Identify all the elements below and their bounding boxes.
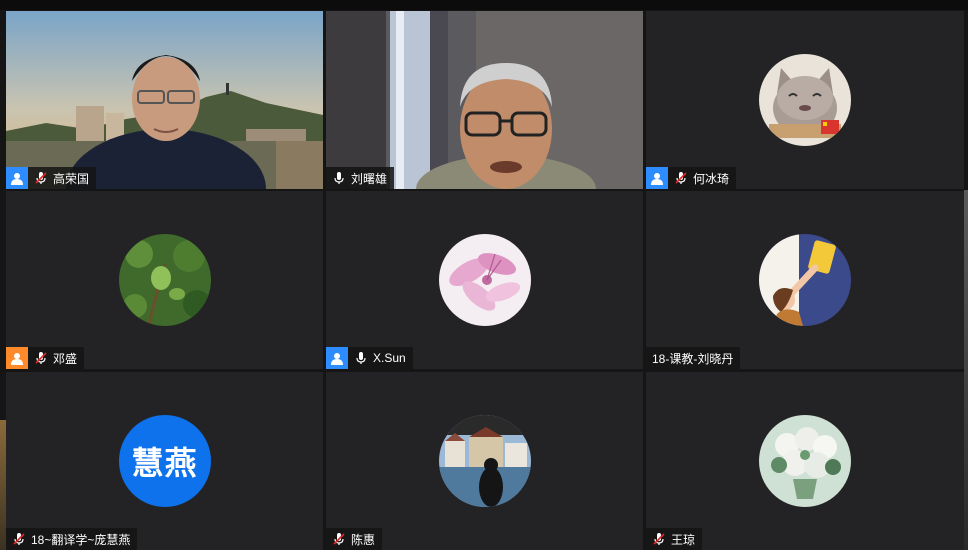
name-bar: 18~翻译学~庞慧燕 [6, 528, 138, 550]
name-bar: 王琼 [646, 528, 703, 550]
participant-name-pill: 陈惠 [326, 528, 383, 550]
top-bar [0, 0, 968, 10]
mic-icon [332, 171, 346, 185]
person-icon [6, 167, 28, 189]
participant-name-pill: 邓盛 [28, 347, 85, 369]
participant-name-pill: 何冰琦 [668, 167, 737, 189]
participant-name: X.Sun [373, 351, 406, 365]
video-tile-x-sun[interactable]: X.Sun [326, 191, 643, 369]
video-tile-liu-xiaodan[interactable]: 18-课教-刘晓丹 [646, 191, 964, 369]
participant-name: 刘曙雄 [351, 171, 388, 186]
video-tile-pang-huiyan[interactable]: 慧燕 18~翻译学~庞慧燕 [6, 372, 323, 550]
video-tile-chen-hui[interactable]: 陈惠 [326, 372, 643, 550]
muted-mic-icon [674, 171, 688, 185]
muted-mic-icon [12, 532, 26, 546]
video-tile-deng-sheng[interactable]: 邓盛 [6, 191, 323, 369]
muted-mic-icon [34, 171, 48, 185]
name-bar: 陈惠 [326, 528, 383, 550]
pink-flower-photo-icon [438, 234, 531, 326]
video-tile-he-bingqi[interactable]: 何冰琦 [646, 11, 964, 189]
participant-name-pill: 18-课教-刘晓丹 [646, 347, 741, 369]
muted-mic-icon [34, 351, 48, 365]
green-plant-photo-icon [118, 234, 211, 326]
participant-name-pill: 刘曙雄 [326, 167, 395, 189]
desktop-edge-right [964, 190, 968, 550]
name-bar: 何冰琦 [646, 167, 737, 189]
name-bar: 邓盛 [6, 347, 85, 369]
participant-name: 何冰琦 [693, 171, 730, 186]
name-bar: 18-课教-刘晓丹 [646, 347, 741, 369]
name-bar: X.Sun [326, 347, 413, 369]
cartoon-girl-icon [759, 234, 851, 326]
person-icon [6, 347, 28, 369]
muted-mic-icon [332, 532, 346, 546]
name-bar: 高荣国 [6, 167, 97, 189]
participant-name: 王琼 [671, 532, 696, 547]
participant-name: 陈惠 [351, 532, 376, 547]
flower-bouquet-photo-icon [759, 415, 851, 507]
muted-mic-icon [652, 532, 666, 546]
initials-avatar: 慧燕 [118, 415, 211, 507]
participant-name: 邓盛 [53, 351, 78, 366]
cat-photo-icon [759, 54, 851, 146]
participant-name: 18~翻译学~庞慧燕 [31, 532, 131, 547]
video-tile-gao-rongguo[interactable]: 高荣国 [6, 11, 323, 189]
person-icon [646, 167, 668, 189]
name-bar: 刘曙雄 [326, 167, 395, 189]
video-tile-liu-shuxiong[interactable]: 刘曙雄 [326, 11, 643, 189]
participant-name-pill: 18~翻译学~庞慧燕 [6, 528, 138, 550]
participant-name: 高荣国 [53, 171, 90, 186]
video-tile-wang-qiong[interactable]: 王琼 [646, 372, 964, 550]
person-icon [326, 347, 348, 369]
mic-icon [354, 351, 368, 365]
lakeside-town-photo-icon [438, 415, 531, 507]
participant-name-pill: X.Sun [348, 347, 413, 369]
participant-video [6, 11, 323, 189]
participant-name-pill: 高荣国 [28, 167, 97, 189]
participant-name-pill: 王琼 [646, 528, 703, 550]
participant-name: 18-课教-刘晓丹 [652, 351, 734, 366]
participant-video [326, 11, 643, 189]
